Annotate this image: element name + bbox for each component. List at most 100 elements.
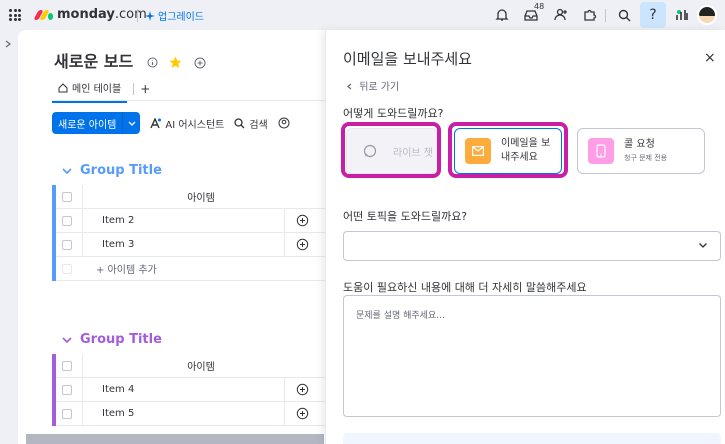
add-view-button[interactable]: + (140, 82, 150, 96)
tabs-divider (52, 100, 338, 101)
table-row[interactable]: Item 4 (56, 378, 338, 402)
group-title[interactable]: Group Title (80, 163, 162, 178)
inbox-count-badge: 48 (534, 2, 545, 11)
close-icon: × (704, 50, 716, 66)
highlight-outline (341, 122, 441, 178)
invite-button[interactable] (551, 5, 571, 25)
notifications-button[interactable] (493, 5, 511, 25)
chevron-down-icon[interactable] (62, 166, 72, 176)
search-button[interactable] (614, 5, 634, 25)
add-item-button[interactable]: + 아이템 추가 (96, 261, 157, 276)
contact-support-panel: 이메일을 보내주세요 × 뒤로 가기 어떻게 도와드릴까요? 라이브 챗 이메일… (325, 30, 725, 444)
chevron-down-icon[interactable] (122, 112, 140, 134)
help-question: 어떻게 도와드릴까요? (343, 107, 444, 120)
puzzle-icon (584, 9, 597, 21)
back-label: 뒤로 가기 (359, 82, 400, 93)
table-row[interactable]: Item 2 (56, 209, 338, 233)
divider (137, 9, 138, 22)
phone-icon (588, 138, 614, 164)
upgrade-label: 업그레이드 (158, 12, 204, 23)
ai-assistant-button[interactable]: AI 어시스턴트 (150, 116, 224, 131)
chevron-right-icon[interactable] (4, 40, 12, 48)
board-toolbar: 새로운 아이템 AI 어시스턴트 검색 (52, 112, 290, 134)
brand-suffix: .com (114, 7, 147, 22)
apps-button[interactable] (580, 5, 600, 25)
upgrade-button[interactable]: 업그레이드 (145, 8, 204, 23)
ai-sparkle-icon (150, 117, 162, 128)
close-button[interactable]: × (704, 50, 716, 66)
top-bar: monday.com 업그레이드 48 ? (0, 0, 725, 30)
panel-footer-box (343, 433, 721, 444)
table-row[interactable]: Item 3 (56, 233, 338, 257)
table-row[interactable]: Item 5 (56, 402, 338, 426)
monday-logo[interactable]: monday.com (33, 7, 147, 22)
search-board-button[interactable]: 검색 (234, 116, 268, 131)
panel-title: 이메일을 보내주세요 (343, 50, 472, 68)
group-table: 아이템 Item 4 Item 5 (52, 354, 338, 426)
search-label: 검색 (249, 119, 268, 131)
add-update-icon[interactable] (296, 407, 309, 420)
call-request-option[interactable]: 콜 요청 청구 문제 전용 (577, 128, 705, 174)
item-name[interactable]: Item 3 (102, 239, 134, 250)
row-checkbox[interactable] (62, 408, 72, 419)
row-checkbox (62, 263, 72, 274)
horizontal-scrollbar[interactable] (26, 434, 324, 444)
home-icon (58, 82, 68, 92)
details-placeholder: 문제를 설명 해주세요... (356, 311, 445, 321)
person-icon[interactable] (278, 117, 290, 129)
highlight-outline (448, 122, 568, 178)
user-avatar[interactable] (697, 5, 717, 25)
star-icon[interactable] (169, 56, 182, 69)
add-update-icon[interactable] (296, 238, 309, 251)
apps-grid-icon[interactable] (9, 9, 21, 21)
workspace-logo-icon (676, 10, 688, 20)
chevron-left-icon (347, 83, 352, 90)
details-question: 도움이 필요하신 내용에 대해 더 자세히 말씀해주세요 (343, 281, 587, 294)
search-icon (618, 9, 630, 21)
column-header: 아이템 (187, 193, 215, 204)
row-checkbox[interactable] (62, 239, 72, 250)
group-title[interactable]: Group Title (80, 332, 162, 347)
board-area: 새로운 보드 메인 테이블 + 새로운 아이템 AI 어시스턴트 검색 Grou… (18, 30, 338, 444)
sparkle-icon (145, 10, 155, 21)
call-title: 콜 요청 (624, 139, 655, 150)
brand-name: monday (57, 7, 115, 22)
board-title[interactable]: 새로운 보드 (54, 52, 133, 71)
ai-assistant-label: AI 어시스턴트 (165, 119, 225, 131)
group-header[interactable]: Group Title (62, 163, 162, 178)
topic-question: 어떤 토픽을 도와드릴까요? (343, 210, 468, 223)
chevron-down-icon (699, 243, 707, 248)
group-header[interactable]: Group Title (62, 332, 162, 347)
info-icon[interactable] (147, 57, 158, 68)
workspace-logo[interactable] (673, 5, 691, 25)
tab-main-label: 메인 테이블 (72, 84, 122, 95)
topic-dropdown[interactable] (343, 231, 721, 261)
chat-add-icon[interactable] (194, 57, 206, 69)
add-item-row[interactable]: + 아이템 추가 (56, 257, 338, 281)
chevron-down-icon[interactable] (62, 335, 72, 345)
add-update-icon[interactable] (296, 214, 309, 227)
new-item-label: 새로운 아이템 (58, 119, 117, 131)
help-icon: ? (649, 7, 657, 23)
help-button[interactable]: ? (640, 2, 666, 28)
row-checkbox[interactable] (62, 215, 72, 226)
divider (605, 9, 606, 22)
row-checkbox[interactable] (62, 384, 72, 395)
bell-icon (495, 9, 509, 21)
item-name[interactable]: Item 5 (102, 408, 134, 419)
item-name[interactable]: Item 2 (102, 215, 134, 226)
add-user-icon (554, 8, 567, 21)
new-item-button[interactable]: 새로운 아이템 (52, 112, 141, 134)
add-update-icon[interactable] (296, 383, 309, 396)
table-header-row: 아이템 (56, 185, 338, 209)
column-header: 아이템 (187, 362, 215, 373)
search-icon (234, 117, 245, 128)
table-header-row: 아이템 (56, 354, 338, 378)
details-textarea[interactable]: 문제를 설명 해주세요... (343, 295, 721, 417)
call-subtitle: 청구 문제 전용 (624, 154, 668, 162)
monday-logo-icon (33, 9, 53, 21)
left-rail (0, 30, 16, 444)
back-link[interactable]: 뒤로 가기 (346, 78, 399, 93)
group-table: 아이템 Item 2 Item 3 + 아이템 추가 (52, 185, 338, 281)
item-name[interactable]: Item 4 (102, 384, 134, 395)
